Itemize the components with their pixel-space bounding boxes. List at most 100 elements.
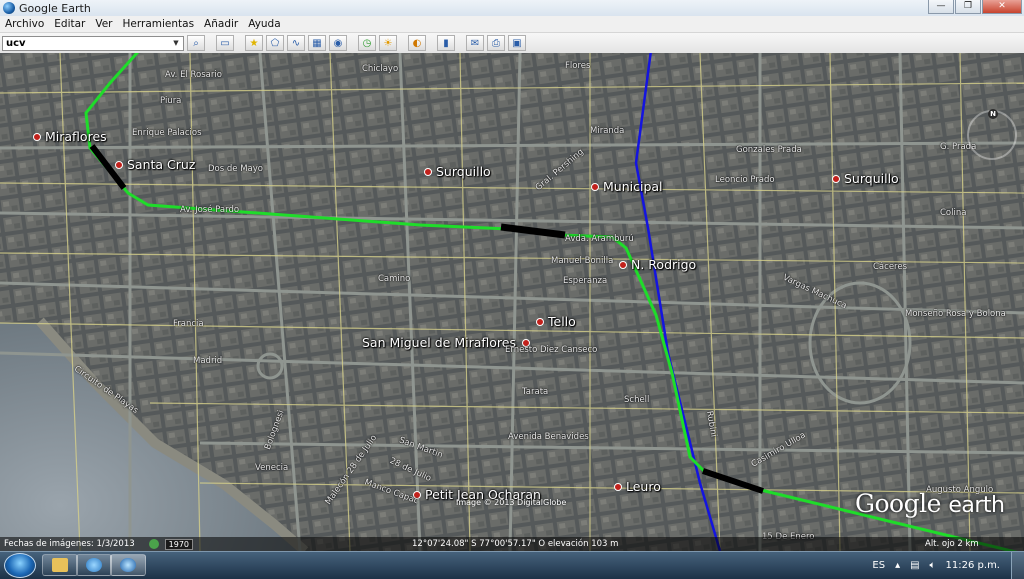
street-label: Flores [565,61,591,71]
close-button[interactable]: ✕ [982,0,1022,14]
ruler-button[interactable]: ▮ [437,35,455,51]
map-viewport[interactable]: Miraflores Santa Cruz Surquillo Municipa… [0,53,1024,551]
path-icon: ∿ [291,37,301,49]
image-icon: ▣ [512,37,522,49]
ruler-icon: ▮ [443,37,449,49]
street-label: Piura [160,96,182,106]
street-label: Tarata [522,387,549,397]
camera-icon: ◉ [333,37,343,49]
street-label: Venecia [255,463,289,473]
add-polygon-button[interactable]: ⬠ [266,35,284,51]
start-button[interactable] [4,553,36,578]
clock[interactable]: 11:26 p.m. [946,560,1000,571]
pin-icon [619,260,627,269]
street-label: Camino [378,274,411,284]
street-label: Dos de Mayo [208,164,263,174]
planets-button[interactable]: ◐ [408,35,426,51]
system-tray: ES ▴ ▤ 🔈︎ 11:26 p.m. [872,552,1024,579]
search-input[interactable] [3,37,169,49]
sidebar-toggle-button[interactable]: ▭ [216,35,234,51]
folder-icon [52,558,68,572]
sunlight-button[interactable]: ☀ [379,35,397,51]
place-label[interactable]: Surquillo [832,171,899,186]
volume-icon[interactable]: 🔈︎ [930,560,936,571]
menu-bar: Archivo Editar Ver Herramientas Añadir A… [0,16,1024,33]
menu-ver[interactable]: Ver [90,18,117,30]
save-image-button[interactable]: ▣ [508,35,526,51]
place-label[interactable]: Tello [536,314,576,329]
street-label: Monseño Rosa y Bolona [905,309,1006,319]
google-earth-logo: Google earth [855,489,1005,518]
north-indicator[interactable]: N [988,109,998,119]
dropdown-arrow-icon[interactable]: ▼ [169,39,183,47]
network-icon[interactable]: ▤ [910,560,919,571]
place-label[interactable]: Municipal [591,179,663,194]
street-label: Av. El Rosario [165,70,222,80]
minimize-button[interactable]: — [928,0,954,14]
show-desktop-button[interactable] [1011,552,1024,579]
eye-altitude: Alt. ojo 2 km [925,539,979,549]
street-label: Avda. Aramburú [565,234,634,244]
clock-icon: ◷ [362,37,372,49]
imagery-date: Fechas de imágenes: 1/3/2013 [4,539,135,549]
place-label[interactable]: Leuro [614,479,661,494]
street-label: Colina [940,208,967,218]
menu-ayuda[interactable]: Ayuda [243,18,285,30]
pin-icon [591,182,599,191]
historical-imagery-icon[interactable] [148,539,159,549]
sun-icon: ☀ [383,37,393,49]
show-hidden-icons-icon[interactable]: ▴ [895,560,900,571]
envelope-icon: ✉ [470,37,480,49]
menu-anadir[interactable]: Añadir [199,18,243,30]
record-tour-button[interactable]: ◉ [329,35,347,51]
window-title: Google Earth [19,1,91,15]
ie-icon [86,558,102,572]
street-label: Cáceres [873,262,908,272]
pin-icon [33,132,41,141]
menu-editar[interactable]: Editar [49,18,90,30]
imagery-year[interactable]: 1970 [164,538,194,550]
pin-icon [832,174,840,183]
search-button[interactable]: ⌕ [187,35,205,51]
magnifier-icon: ⌕ [193,37,199,49]
add-path-button[interactable]: ∿ [287,35,305,51]
pushpin-icon: ★ [249,37,259,49]
menu-archivo[interactable]: Archivo [0,18,49,30]
street-label: Esperanza [563,276,608,286]
street-label: Madrid [193,356,223,366]
add-placemark-button[interactable]: ★ [245,35,263,51]
add-overlay-button[interactable]: ▦ [308,35,326,51]
navigation-compass[interactable]: N [967,109,1017,160]
historical-imagery-button[interactable]: ◷ [358,35,376,51]
place-label[interactable]: Surquillo [424,164,491,179]
windows-taskbar: ES ▴ ▤ 🔈︎ 11:26 p.m. [0,551,1024,579]
place-label[interactable]: Miraflores [33,129,107,144]
street-label: Ernesto Diez Canseco [505,345,598,355]
window-controls: — ❐ ✕ [928,0,1022,14]
map-status-bar: Fechas de imágenes: 1/3/2013 1970 12°07'… [0,537,1024,551]
window-titlebar: Google Earth — ❐ ✕ [0,0,1024,17]
pin-icon [424,167,432,176]
street-label: Avenida Benavides [508,432,589,442]
maximize-button[interactable]: ❐ [955,0,981,14]
street-label: Miranda [590,126,625,136]
street-label: Manuel Bonilla [551,256,614,266]
taskbar-explorer[interactable] [42,554,78,576]
email-button[interactable]: ✉ [466,35,484,51]
print-button[interactable]: ⎙ [487,35,505,51]
overlay-icon: ▦ [312,37,322,49]
street-label: Gonzales Prada [736,145,802,155]
street-label: Enrique Palacios [132,128,202,138]
language-indicator[interactable]: ES [872,560,885,571]
taskbar-internet-explorer[interactable] [76,554,112,576]
menu-herramientas[interactable]: Herramientas [118,18,200,30]
search-field[interactable]: ▼ [2,35,184,51]
pin-icon [536,317,544,326]
printer-icon: ⎙ [492,37,500,49]
place-label[interactable]: Santa Cruz [115,157,195,172]
pin-icon [614,482,622,491]
google-earth-icon [3,2,15,14]
street-label: Francia [173,319,204,329]
place-label[interactable]: N. Rodrigo [619,257,696,272]
taskbar-google-earth[interactable] [110,554,146,576]
